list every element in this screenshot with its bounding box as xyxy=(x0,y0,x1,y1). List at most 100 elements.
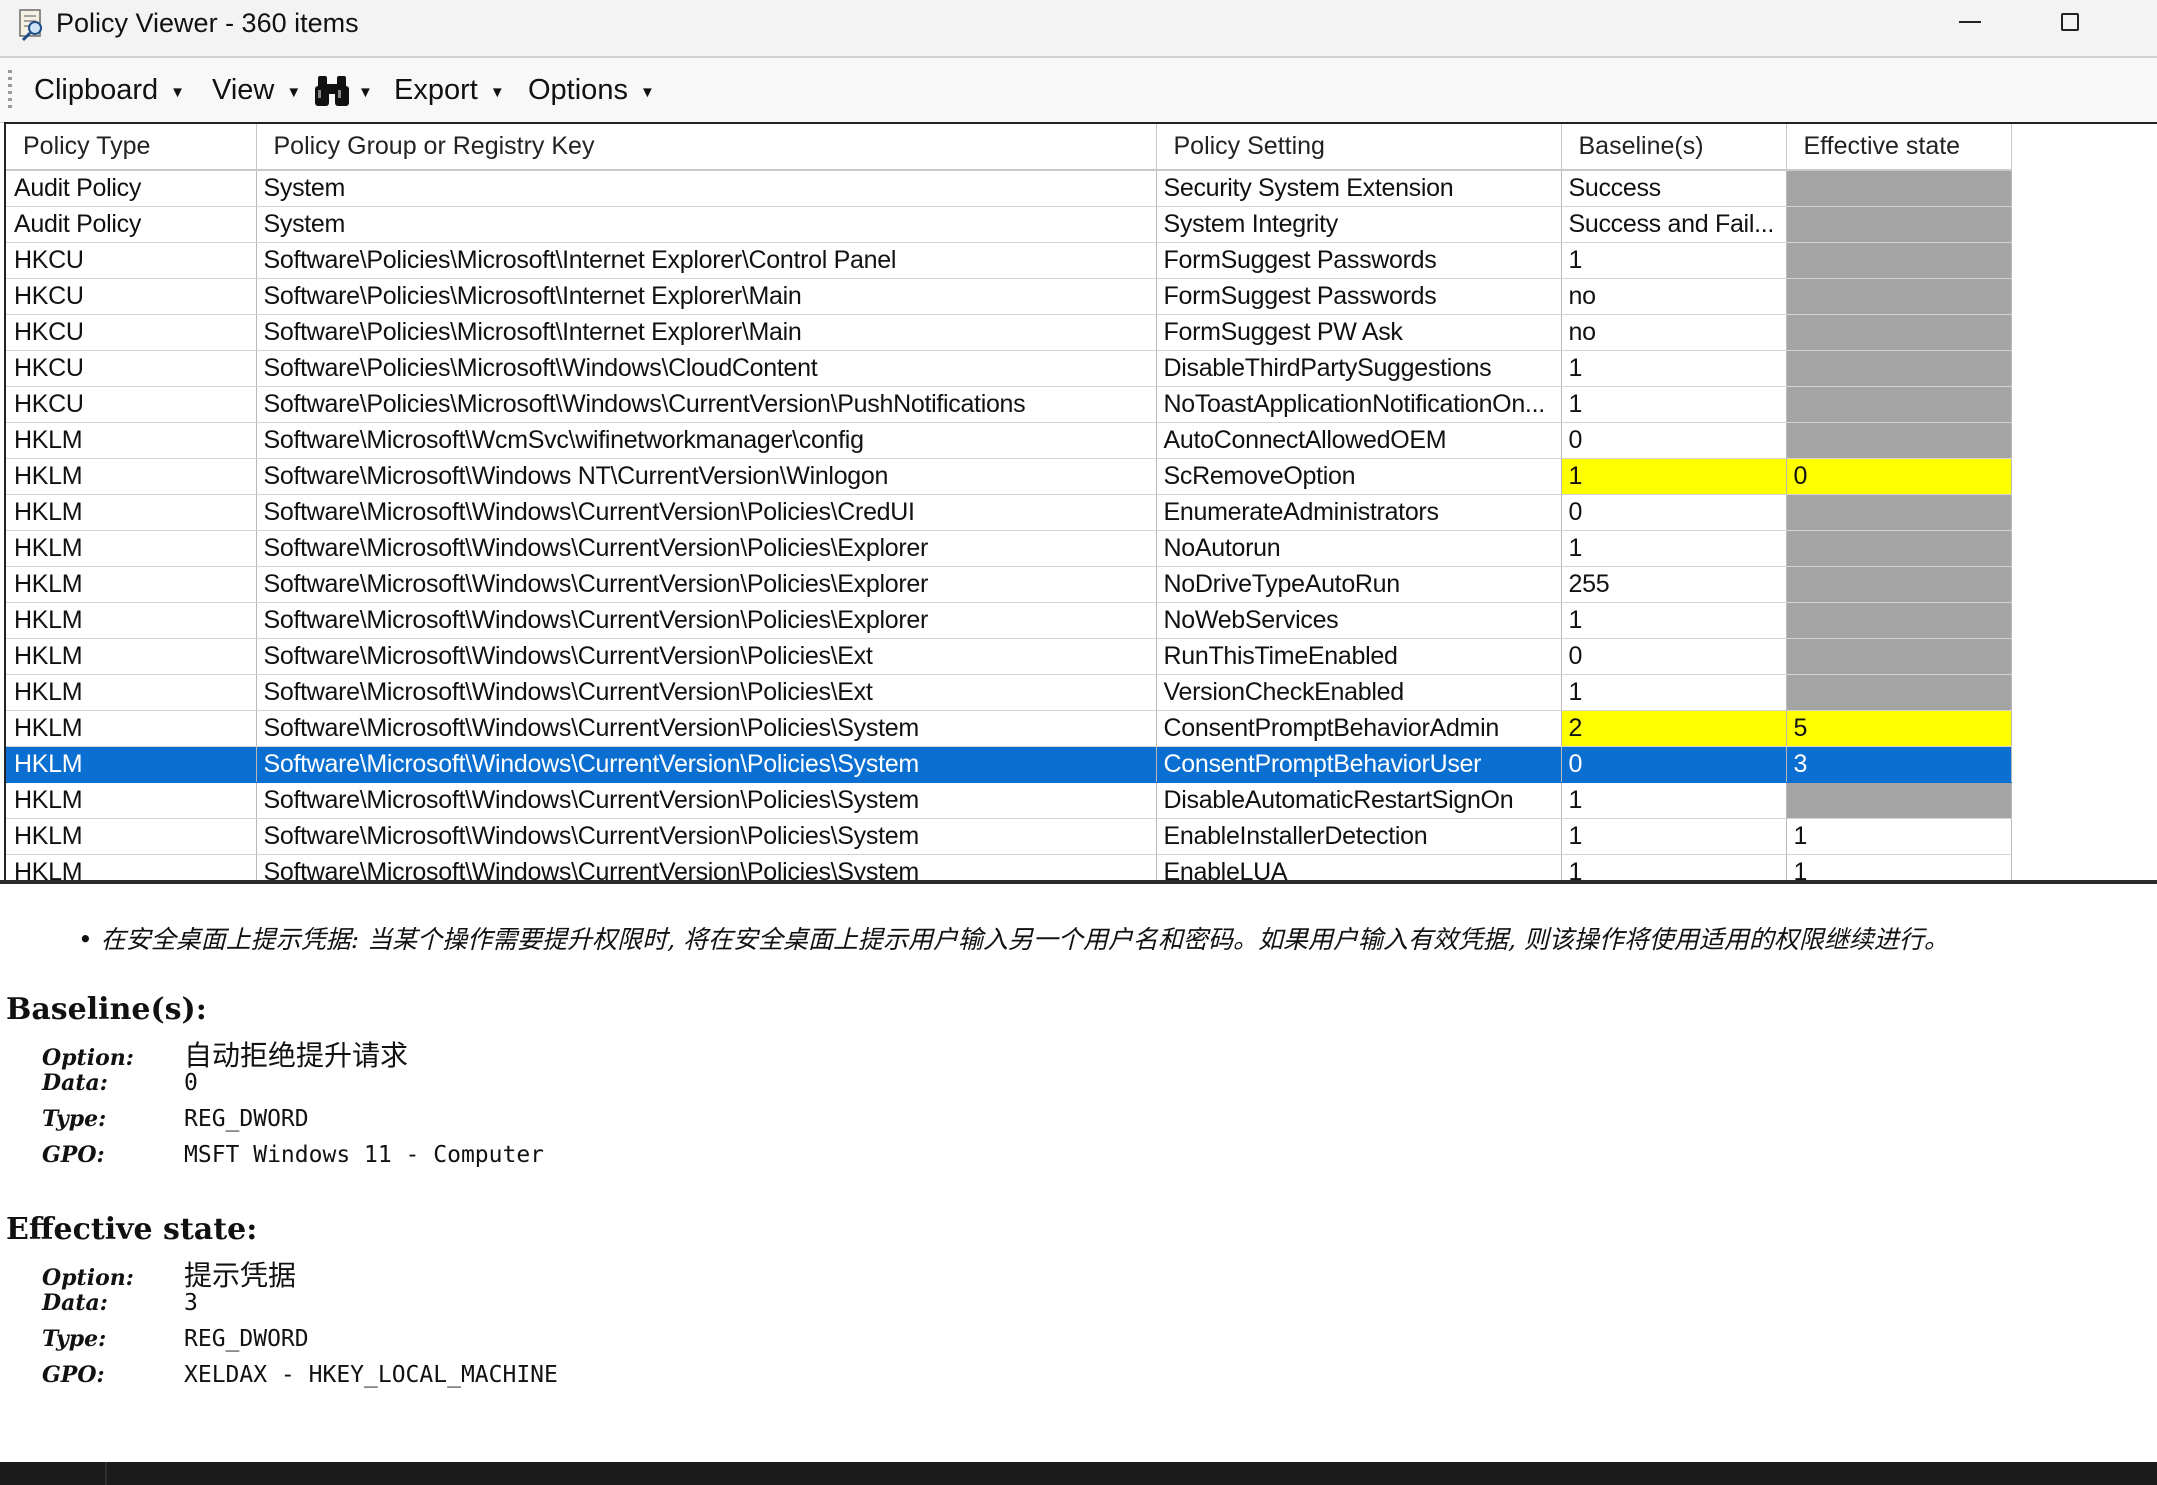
cell-effective-state xyxy=(1786,422,2012,459)
baseline-option: Option: 自动拒绝提升请求 xyxy=(42,1034,408,1074)
cell-policy-type: HKLM xyxy=(6,818,257,855)
column-header-baselines[interactable]: Baseline(s) xyxy=(1561,124,1787,171)
view-menu-label: View xyxy=(212,73,275,106)
cell-baseline: 1 xyxy=(1561,602,1787,639)
chevron-down-icon: ▼ xyxy=(358,83,373,101)
options-menu-label: Options xyxy=(528,73,628,106)
cell-baseline: no xyxy=(1561,314,1787,351)
cell-baseline: Success xyxy=(1561,170,1787,207)
table-row[interactable]: HKCU Software\Policies\Microsoft\Windows\… xyxy=(6,386,2012,423)
minimize-button[interactable] xyxy=(1924,0,2016,44)
table-row[interactable]: HKCU Software\Policies\Microsoft\Internet… xyxy=(6,314,2012,351)
cell-policy-setting: EnumerateAdministrators xyxy=(1156,494,1562,531)
cell-baseline: 2 xyxy=(1561,710,1787,747)
table-row[interactable]: HKLM Software\Microsoft\WcmSvc\wifinetwor… xyxy=(6,422,2012,459)
table-row[interactable]: HKLM Software\Microsoft\Windows\CurrentVe… xyxy=(6,746,2012,783)
cell-registry-key: Software\Policies\Microsoft\Internet Exp… xyxy=(256,278,1157,315)
policy-viewer-window: Policy Viewer - 360 items Clipboard ▼ Vi… xyxy=(0,0,2157,1462)
baseline-gpo-value: MSFT Windows 11 - Computer xyxy=(184,1142,545,1168)
cell-effective-state: 5 xyxy=(1786,710,2012,747)
cell-effective-state xyxy=(1786,386,2012,423)
policy-grid[interactable]: Policy Type Policy Group or Registry Key… xyxy=(4,122,2157,882)
cell-baseline: 0 xyxy=(1561,494,1787,531)
effective-data-key: Data: xyxy=(42,1290,108,1316)
options-menu[interactable]: Options ▼ xyxy=(528,68,655,112)
cell-registry-key: Software\Microsoft\Windows\CurrentVersio… xyxy=(256,782,1157,819)
cell-policy-setting: NoDriveTypeAutoRun xyxy=(1156,566,1562,603)
cell-policy-setting: NoAutorun xyxy=(1156,530,1562,567)
baseline-option-key: Option: xyxy=(42,1045,134,1071)
cell-registry-key: Software\Microsoft\Windows\CurrentVersio… xyxy=(256,566,1157,603)
toolbar-grip[interactable] xyxy=(8,70,12,110)
detail-pane: • 在安全桌面上提示凭据: 当某个操作需要提升权限时, 将在安全桌面上提示用户输… xyxy=(0,884,2157,1462)
table-row[interactable]: HKLM Software\Microsoft\Windows\CurrentVe… xyxy=(6,710,2012,747)
cell-baseline: 1 xyxy=(1561,458,1787,495)
table-row[interactable]: HKLM Software\Microsoft\Windows\CurrentVe… xyxy=(6,638,2012,675)
effective-state-heading: Effective state: xyxy=(6,1212,258,1247)
table-row[interactable]: HKLM Software\Microsoft\Windows\CurrentVe… xyxy=(6,782,2012,819)
table-row[interactable]: HKLM Software\Microsoft\Windows\CurrentVe… xyxy=(6,530,2012,567)
cell-registry-key: Software\Policies\Microsoft\Internet Exp… xyxy=(256,314,1157,351)
column-header-policy-type[interactable]: Policy Type xyxy=(6,124,257,171)
cell-policy-setting: DisableThirdPartySuggestions xyxy=(1156,350,1562,387)
cell-policy-type: HKLM xyxy=(6,422,257,459)
cell-policy-type: HKCU xyxy=(6,314,257,351)
cell-baseline: 1 xyxy=(1561,674,1787,711)
window-title: Policy Viewer - 360 items xyxy=(56,8,359,38)
cell-effective-state: 1 xyxy=(1786,854,2012,882)
find-button[interactable]: ▼ xyxy=(312,68,373,112)
column-header-registry-key[interactable]: Policy Group or Registry Key xyxy=(256,124,1157,171)
cell-effective-state xyxy=(1786,566,2012,603)
cell-registry-key: Software\Microsoft\Windows NT\CurrentVer… xyxy=(256,458,1157,495)
effective-option-value: 提示凭据 xyxy=(184,1259,297,1292)
cell-registry-key: Software\Microsoft\Windows\CurrentVersio… xyxy=(256,530,1157,567)
table-row[interactable]: HKLM Software\Microsoft\Windows\CurrentVe… xyxy=(6,566,2012,603)
taskbar-divider xyxy=(105,1462,107,1485)
cell-policy-setting: EnableLUA xyxy=(1156,854,1562,882)
cell-policy-type: HKLM xyxy=(6,458,257,495)
table-row[interactable]: HKLM Software\Microsoft\Windows\CurrentVe… xyxy=(6,494,2012,531)
cell-policy-setting: DisableAutomaticRestartSignOn xyxy=(1156,782,1562,819)
effective-data: Data: 3 xyxy=(42,1290,198,1316)
cell-policy-type: HKLM xyxy=(6,530,257,567)
clipboard-menu[interactable]: Clipboard ▼ xyxy=(34,68,185,112)
table-row[interactable]: HKLM Software\Microsoft\Windows\CurrentVe… xyxy=(6,674,2012,711)
table-row[interactable]: HKLM Software\Microsoft\Windows NT\Curren… xyxy=(6,458,2012,495)
cell-policy-setting: AutoConnectAllowedOEM xyxy=(1156,422,1562,459)
cell-policy-type: HKCU xyxy=(6,278,257,315)
effective-type-key: Type: xyxy=(42,1326,107,1352)
cell-policy-type: Audit Policy xyxy=(6,206,257,243)
effective-gpo-key: GPO: xyxy=(42,1362,105,1388)
column-header-effective-state[interactable]: Effective state xyxy=(1786,124,2012,171)
table-row[interactable]: HKLM Software\Microsoft\Windows\CurrentVe… xyxy=(6,818,2012,855)
cell-baseline: Success and Fail... xyxy=(1561,206,1787,243)
cell-registry-key: Software\Microsoft\Windows\CurrentVersio… xyxy=(256,746,1157,783)
cell-policy-type: HKCU xyxy=(6,350,257,387)
cell-baseline: 1 xyxy=(1561,386,1787,423)
cell-effective-state: 0 xyxy=(1786,458,2012,495)
column-header-policy-setting[interactable]: Policy Setting xyxy=(1156,124,1562,171)
table-row[interactable]: HKCU Software\Policies\Microsoft\Windows\… xyxy=(6,350,2012,387)
view-menu[interactable]: View ▼ xyxy=(212,68,301,112)
table-row[interactable]: HKCU Software\Policies\Microsoft\Internet… xyxy=(6,278,2012,315)
table-row[interactable]: Audit Policy System Security System Extens… xyxy=(6,170,2012,207)
effective-gpo: GPO: XELDAX - HKEY_LOCAL_MACHINE xyxy=(42,1362,558,1388)
table-row[interactable]: Audit Policy System System Integrity Succes… xyxy=(6,206,2012,243)
export-menu[interactable]: Export ▼ xyxy=(394,68,505,112)
table-row[interactable]: HKLM Software\Microsoft\Windows\CurrentVe… xyxy=(6,854,2012,882)
cell-policy-type: HKLM xyxy=(6,638,257,675)
cell-registry-key: Software\Policies\Microsoft\Internet Exp… xyxy=(256,242,1157,279)
chevron-down-icon: ▼ xyxy=(639,83,655,101)
cell-baseline: 1 xyxy=(1561,242,1787,279)
table-row[interactable]: HKLM Software\Microsoft\Windows\CurrentVe… xyxy=(6,602,2012,639)
cell-effective-state xyxy=(1786,170,2012,207)
cell-effective-state xyxy=(1786,782,2012,819)
cell-policy-setting: FormSuggest Passwords xyxy=(1156,242,1562,279)
cell-policy-type: HKLM xyxy=(6,602,257,639)
cell-policy-type: HKLM xyxy=(6,566,257,603)
cell-policy-type: HKCU xyxy=(6,386,257,423)
cell-effective-state xyxy=(1786,314,2012,351)
cell-baseline: 1 xyxy=(1561,818,1787,855)
table-row[interactable]: HKCU Software\Policies\Microsoft\Internet… xyxy=(6,242,2012,279)
maximize-button[interactable] xyxy=(2024,0,2116,44)
